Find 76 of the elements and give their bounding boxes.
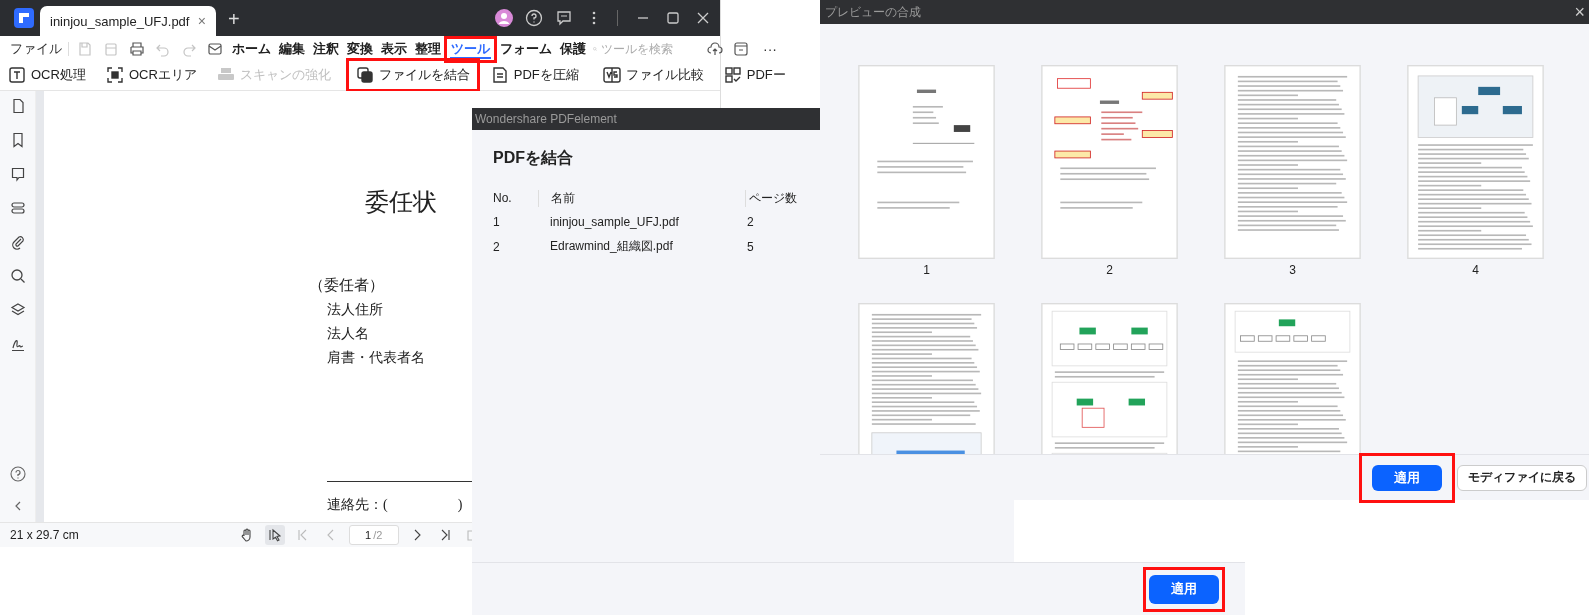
close-tab-button[interactable]: × [197, 13, 206, 29]
page-number-field[interactable]: 1 /2 [348, 525, 399, 545]
menu-tab[interactable]: 編集 [278, 39, 306, 59]
page-number: 4 [1472, 263, 1479, 277]
menu-tab[interactable]: フォーム [499, 39, 553, 59]
table-cell-text: 2 [492, 239, 501, 254]
menu-tab[interactable]: 保護 [559, 39, 587, 59]
tool-button[interactable]: PDFを圧縮 [490, 66, 579, 84]
menu-tab[interactable]: 整理 [414, 39, 442, 59]
apply-button[interactable]: 適用 [1149, 574, 1219, 604]
close-button[interactable]: × [1574, 1, 1585, 23]
window-title: プレビューの合成 [825, 3, 921, 21]
document-text: 連絡先：( ) [327, 496, 463, 514]
document-title: 委任状 [365, 188, 437, 217]
text-box-icon [8, 66, 26, 84]
back-button[interactable]: モディファイに戻る [1457, 464, 1587, 491]
page-number: 2 [1106, 263, 1113, 277]
menu-tab[interactable]: 注釈 [312, 39, 340, 59]
document-text: 法人住所 [327, 301, 383, 319]
more-button[interactable]: ··· [763, 41, 777, 57]
stacked-squares-icon [355, 66, 374, 84]
menu-tab[interactable]: ホーム [231, 39, 272, 59]
page-thumbnail[interactable] [1224, 65, 1361, 259]
menu-tab[interactable]: 変換 [346, 39, 374, 59]
column-header: ページ数 [745, 189, 797, 207]
page-thumbnail[interactable] [858, 65, 995, 259]
paperclip-icon[interactable] [9, 234, 26, 250]
avatar-icon[interactable] [495, 9, 513, 27]
print-icon[interactable] [129, 41, 145, 57]
search-field[interactable]: ツールを検索 [593, 41, 693, 57]
column-header: No. [492, 191, 513, 205]
message-icon[interactable] [555, 9, 573, 27]
cursor-icon[interactable] [264, 525, 285, 545]
help-icon[interactable] [9, 466, 26, 482]
tab-title: ininjou_sample_UFJ.pdf [50, 13, 190, 29]
tool-button[interactable]: OCRエリア [105, 66, 197, 84]
document-text: 肩書・代表者名 [327, 349, 425, 367]
page-thumbnail[interactable] [1224, 303, 1361, 454]
grid-icon [723, 66, 742, 84]
tool-button[interactable]: ファイル比較 [602, 66, 704, 84]
table-cell-text: 2 [746, 214, 754, 229]
page-number: 1 [923, 263, 930, 277]
layers-icon[interactable] [9, 302, 26, 318]
file-menu[interactable]: ファイル [10, 40, 62, 58]
collapse-icon[interactable] [13, 500, 22, 512]
tool-button[interactable]: ファイルを結合 [355, 66, 470, 84]
dialog-heading: PDFを結合 [493, 148, 573, 168]
page-thumbnail[interactable] [1407, 65, 1544, 259]
scan-frame-icon [105, 66, 124, 84]
app-logo-icon [14, 8, 34, 28]
cloud-upload-icon[interactable] [707, 41, 723, 57]
compare-icon [602, 66, 621, 84]
comment-icon[interactable] [9, 166, 26, 182]
page-number: 3 [1289, 263, 1296, 277]
table-cell-text: 1 [492, 214, 501, 229]
maximize-icon[interactable] [664, 9, 682, 27]
apply-button[interactable]: 適用 [1372, 464, 1442, 491]
table-cell-text: 5 [746, 239, 754, 254]
list-icon[interactable] [9, 200, 26, 216]
tool-button[interactable]: OCR処理 [8, 66, 86, 84]
new-tab-button[interactable]: + [228, 8, 240, 30]
window-title: Wondershare PDFelement [475, 112, 617, 126]
menu-tab[interactable]: 表示 [380, 39, 408, 59]
search-icon[interactable] [9, 268, 26, 284]
page-thumbnail[interactable] [1041, 303, 1178, 454]
document-text: （委任者） [309, 276, 384, 295]
document-icon [490, 66, 509, 84]
mail-icon[interactable] [207, 41, 223, 57]
menu-tab[interactable]: ツール [450, 39, 491, 59]
document-tab[interactable]: ininjou_sample_UFJ.pdf × [40, 6, 216, 36]
page-thumbnail[interactable] [1041, 65, 1178, 259]
tool-button[interactable]: PDFー [723, 66, 786, 84]
panel-icon[interactable] [733, 41, 749, 57]
document-text: 法人名 [327, 325, 369, 343]
page-size-label: 21 x 29.7 cm [10, 528, 79, 542]
page-thumbnail[interactable] [858, 303, 995, 454]
